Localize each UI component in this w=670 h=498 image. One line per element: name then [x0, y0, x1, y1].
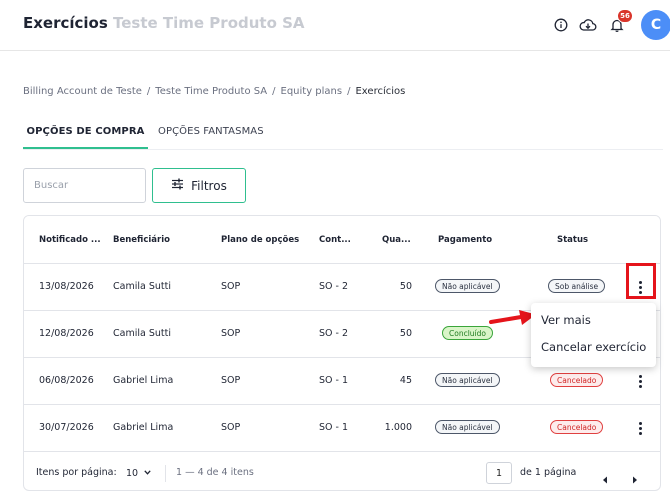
breadcrumb-item-billing[interactable]: Billing Account de Teste	[23, 86, 142, 97]
row-actions-icon[interactable]	[632, 368, 648, 394]
cell-quantity: 45	[399, 375, 412, 386]
cell-quantity: 1.000	[384, 422, 412, 433]
breadcrumb-item-equity-plans[interactable]: Equity plans	[281, 86, 343, 97]
organization-title: Teste Time Produto SA	[113, 14, 305, 32]
column-header-payment[interactable]: Pagamento	[438, 235, 492, 245]
breadcrumb: Billing Account de Teste / Teste Time Prod…	[23, 86, 405, 97]
cell-beneficiary: Camila Sutti	[113, 328, 171, 339]
payment-badge: Não aplicável	[435, 373, 500, 387]
annotation-highlight-box	[626, 263, 656, 299]
annotation-arrow-icon	[489, 309, 537, 335]
column-header-status[interactable]: Status	[557, 235, 588, 245]
info-icon[interactable]	[551, 15, 571, 35]
breadcrumb-separator: /	[272, 86, 276, 97]
search-input[interactable]: Buscar	[23, 168, 146, 203]
cell-contract: SO - 1	[319, 422, 349, 433]
row-actions-menu: Ver mais Cancelar exercício	[531, 303, 656, 367]
cell-contract: SO - 2	[319, 281, 349, 292]
cell-plan: SOP	[221, 375, 241, 386]
column-header-contract[interactable]: Cont...	[319, 235, 351, 245]
cell-quantity: 50	[399, 328, 412, 339]
cell-plan: SOP	[221, 328, 241, 339]
tabs-divider	[23, 149, 663, 150]
cell-date: 12/08/2026	[39, 328, 94, 339]
page-title: Exercícios	[23, 14, 108, 32]
menu-item-cancel-exercise[interactable]: Cancelar exercício	[541, 340, 646, 354]
cell-beneficiary: Gabriel Lima	[113, 375, 174, 386]
filters-label: Filtros	[191, 178, 227, 193]
top-bar: Exercícios Teste Time Produto SA 56 C	[0, 0, 670, 51]
cell-beneficiary: Gabriel Lima	[113, 422, 174, 433]
page-number-input[interactable]: 1	[486, 462, 512, 484]
column-header-plan[interactable]: Plano de opções	[221, 235, 299, 245]
pagination-divider	[165, 465, 166, 482]
items-per-page-select[interactable]: 10	[126, 467, 151, 479]
cloud-download-icon[interactable]	[578, 15, 598, 35]
cell-date: 13/08/2026	[39, 281, 94, 292]
column-header-beneficiary[interactable]: Beneficiário	[113, 235, 170, 245]
breadcrumb-item-org[interactable]: Teste Time Produto SA	[155, 86, 267, 97]
chevron-down-icon	[144, 467, 151, 478]
items-per-page-value: 10	[126, 468, 139, 479]
status-badge: Sob análise	[548, 279, 606, 293]
row-actions-icon[interactable]	[632, 415, 648, 441]
cell-quantity: 50	[399, 281, 412, 292]
menu-item-view-more[interactable]: Ver mais	[541, 313, 591, 327]
payment-badge: Não aplicável	[435, 279, 500, 293]
chevron-left-icon[interactable]	[602, 469, 608, 488]
payment-badge: Concluído	[442, 326, 493, 340]
cell-date: 06/08/2026	[39, 375, 94, 386]
cell-date: 30/07/2026	[39, 422, 94, 433]
breadcrumb-current: Exercícios	[355, 86, 406, 97]
avatar[interactable]: C	[641, 10, 670, 40]
items-per-page-label: Itens por página:	[36, 467, 117, 478]
cell-beneficiary: Camila Sutti	[113, 281, 171, 292]
table-header: Notificado ... Beneficiário Plano de opç…	[24, 216, 660, 264]
column-header-notified[interactable]: Notificado ...	[39, 235, 101, 245]
items-range: 1 — 4 de 4 itens	[176, 467, 254, 478]
cell-plan: SOP	[221, 281, 241, 292]
cell-plan: SOP	[221, 422, 241, 433]
pagination: Itens por página: 10 1 — 4 de 4 itens 1 …	[24, 455, 660, 490]
cell-contract: SO - 2	[319, 328, 349, 339]
filters-button[interactable]: Filtros	[152, 168, 246, 203]
tab-phantom-options[interactable]: OPÇÕES FANTASMAS	[158, 124, 264, 137]
breadcrumb-separator: /	[146, 86, 151, 97]
notification-badge: 56	[617, 9, 633, 23]
sliders-icon	[171, 178, 184, 193]
breadcrumb-separator: /	[347, 86, 351, 97]
tab-call-options[interactable]: OPÇÕES DE COMPRA	[23, 124, 148, 150]
payment-badge: Não aplicável	[435, 420, 500, 434]
cell-contract: SO - 1	[319, 375, 349, 386]
table-row[interactable]: 30/07/2026 Gabriel Lima SOP SO - 1 1.000…	[24, 405, 660, 452]
chevron-right-icon[interactable]	[632, 469, 638, 488]
column-header-quantity[interactable]: Qua...	[382, 235, 411, 245]
status-badge: Cancelado	[550, 420, 604, 434]
total-pages: de 1 página	[520, 467, 577, 478]
status-badge: Cancelado	[550, 373, 604, 387]
